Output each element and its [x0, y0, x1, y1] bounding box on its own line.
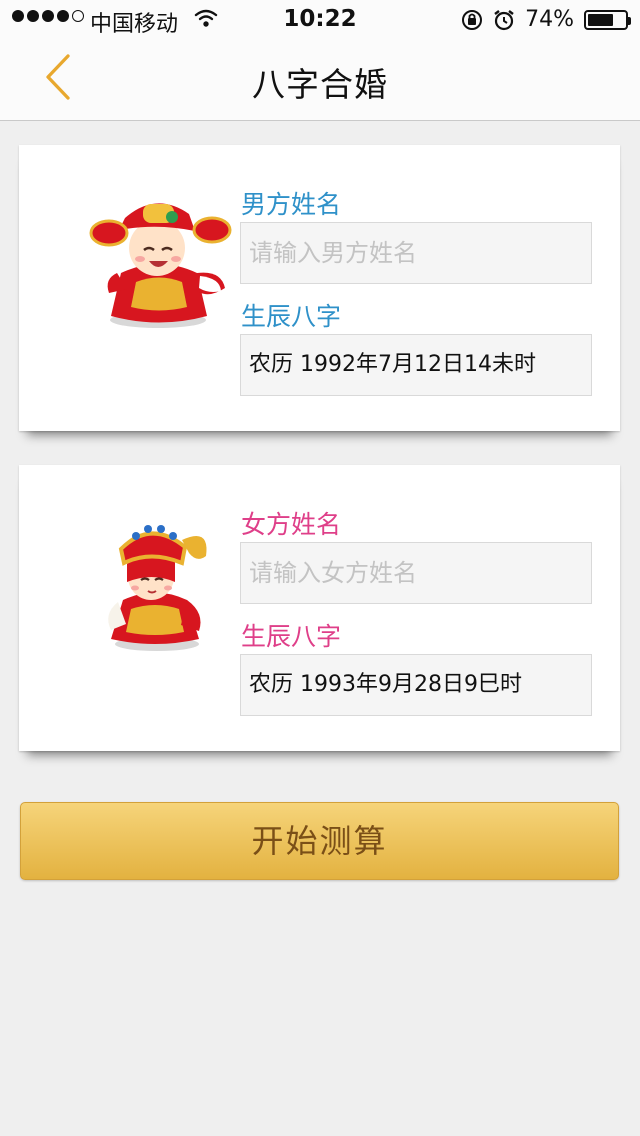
battery-percent: 74% [525, 7, 574, 32]
female-name-label: 女方姓名 [241, 510, 342, 539]
female-card: 女方姓名 请输入女方姓名 生辰八字 农历 1993年9月28日9巳时 [19, 465, 620, 751]
bride-avatar [108, 525, 207, 651]
battery-icon [584, 9, 631, 30]
status-bar: 中国移动 10:22 74% [0, 0, 640, 40]
battery-fill [588, 13, 614, 26]
male-bazi-label: 生辰八字 [241, 302, 342, 331]
alarm-icon [494, 9, 514, 30]
page-title: 八字合婚 [252, 65, 388, 104]
rotation-lock-icon [462, 9, 483, 30]
female-name-input[interactable]: 请输入女方姓名 [240, 542, 592, 604]
female-bazi-field[interactable]: 农历 1993年9月28日9巳时 [240, 654, 592, 716]
male-name-input[interactable]: 请输入男方姓名 [240, 222, 592, 284]
female-bazi-label: 生辰八字 [241, 622, 342, 651]
male-name-label: 男方姓名 [241, 190, 342, 219]
male-card: 男方姓名 请输入男方姓名 生辰八字 农历 1992年7月12日14未时 [19, 145, 620, 431]
start-calculation-button[interactable]: 开始测算 [20, 802, 619, 880]
status-right-icons: 74% [461, 7, 631, 32]
navigation-bar: 八字合婚 [0, 40, 640, 121]
groom-avatar [89, 203, 232, 328]
male-bazi-field[interactable]: 农历 1992年7月12日14未时 [240, 334, 592, 396]
